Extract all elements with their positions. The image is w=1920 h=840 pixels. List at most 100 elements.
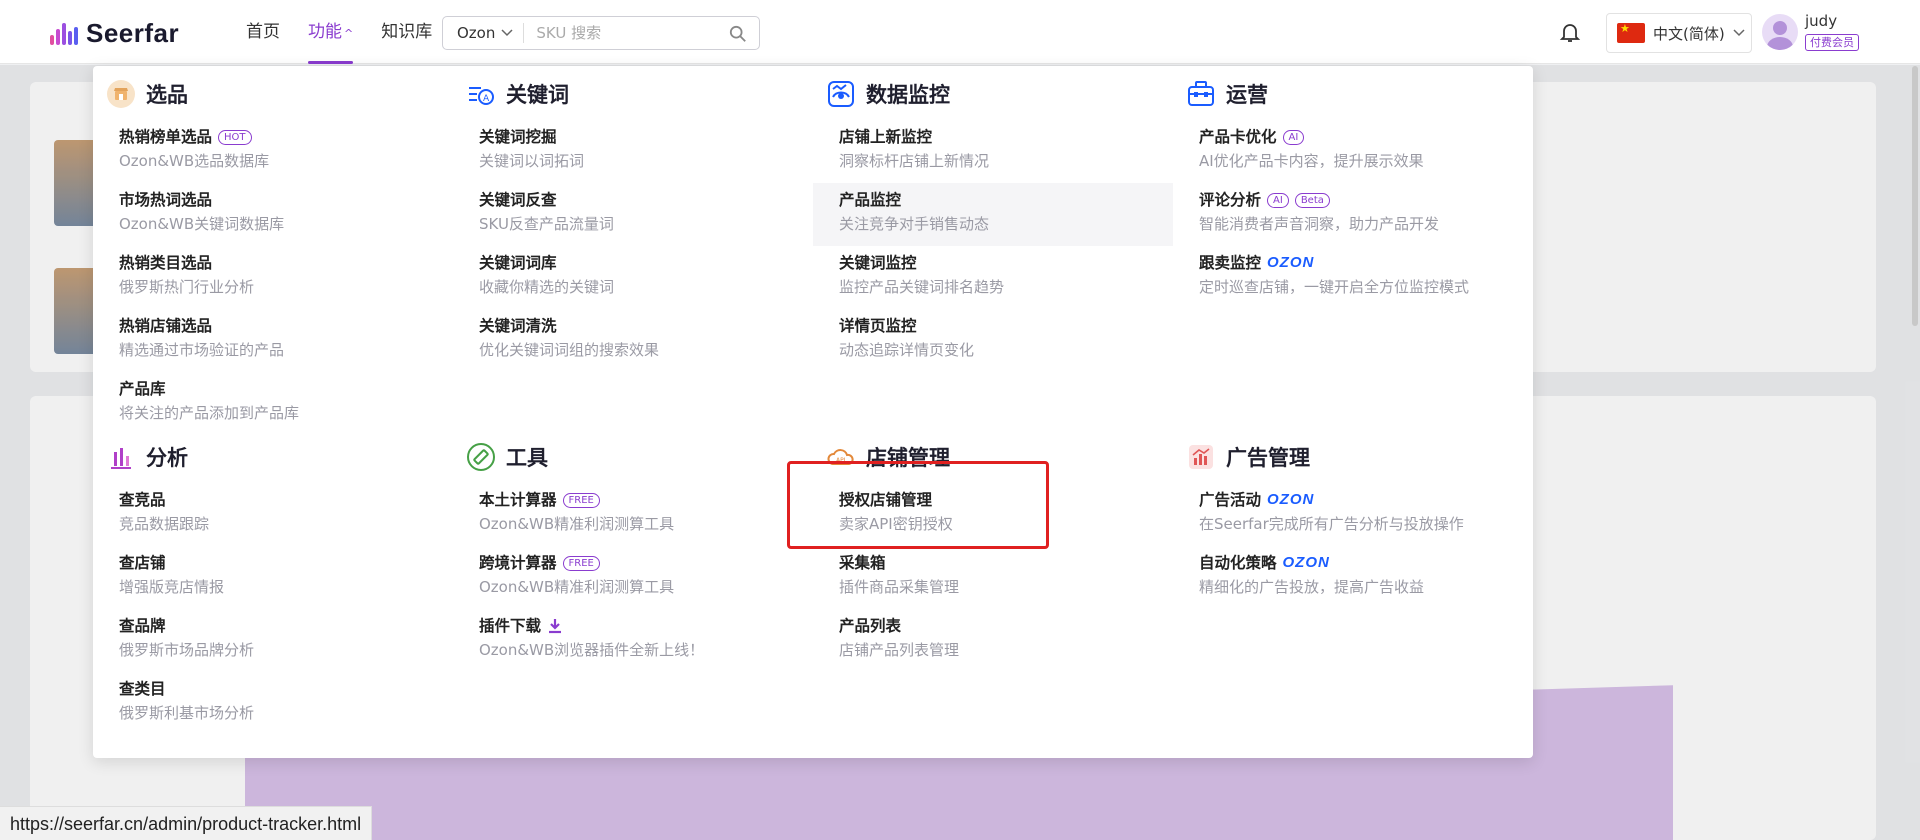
- menu-item-ad-campaign[interactable]: 广告活动 OZON 在Seerfar完成所有广告分析与投放操作: [1186, 483, 1526, 546]
- menu-item-follow-sell-monitor[interactable]: 跟卖监控 OZON 定时巡查店铺，一键开启全方位监控模式: [1186, 246, 1526, 309]
- menu-item-product-library[interactable]: 产品库 将关注的产品添加到产品库: [106, 372, 456, 435]
- svg-text:API: API: [836, 457, 846, 464]
- item-title: 详情页监控: [839, 317, 917, 335]
- svg-text:A: A: [483, 94, 490, 104]
- language-select[interactable]: 中文(简体): [1606, 13, 1752, 53]
- menu-item-authorized-store[interactable]: 授权店铺管理 卖家API密钥授权: [826, 483, 1176, 546]
- language-label: 中文(简体): [1653, 24, 1725, 43]
- menu-item-hot-category[interactable]: 热销类目选品 俄罗斯热门行业分析: [106, 246, 456, 309]
- nav-features[interactable]: 功能 ^: [294, 0, 367, 64]
- section-title: 关键词: [506, 83, 569, 107]
- section-keywords: A 关键词 关键词挖掘 关键词以词拓词 关键词反查 SKU反查产品流量词 关键词…: [466, 78, 816, 372]
- nav-knowledge[interactable]: 知识库: [367, 0, 446, 64]
- seerfar-logo[interactable]: Seerfar: [50, 18, 179, 49]
- item-desc: 店铺产品列表管理: [839, 641, 960, 659]
- sku-search-input[interactable]: [524, 24, 715, 42]
- section-title: 工具: [506, 446, 548, 470]
- menu-item-keyword-library[interactable]: 关键词词库 收藏你精选的关键词: [466, 246, 816, 309]
- menu-item-auto-strategy[interactable]: 自动化策略 OZON 精细化的广告投放，提高广告收益: [1186, 546, 1526, 609]
- menu-item-product-monitor[interactable]: 产品监控 关注竞争对手销售动态: [813, 183, 1173, 246]
- section-title: 广告管理: [1226, 446, 1310, 470]
- menu-item-review-analysis[interactable]: 评论分析 AI Beta 智能消费者声音洞察，助力产品开发: [1186, 183, 1526, 246]
- item-title: 查类目: [119, 680, 166, 698]
- page-scrollbar[interactable]: [1912, 66, 1918, 326]
- section-analysis: 分析 查竞品 竞品数据跟踪 查店铺 增强版竞店情报 查品牌 俄罗斯市场品牌分析 …: [106, 441, 456, 735]
- main-nav: 首页 功能 ^ 知识库: [232, 0, 446, 64]
- notification-bell-icon[interactable]: [1558, 20, 1582, 44]
- ruler-tool-icon: [467, 443, 495, 471]
- section-title: 分析: [146, 446, 188, 470]
- china-flag-icon: [1617, 22, 1645, 43]
- item-desc: 在Seerfar完成所有广告分析与投放操作: [1199, 515, 1464, 533]
- item-title: 查品牌: [119, 617, 166, 635]
- item-desc: 洞察标杆店铺上新情况: [839, 152, 990, 170]
- menu-item-keyword-cleaning[interactable]: 关键词清洗 优化关键词词组的搜索效果: [466, 309, 816, 372]
- item-desc: 增强版竞店情报: [119, 578, 225, 596]
- menu-item-product-list[interactable]: 产品列表 店铺产品列表管理: [826, 609, 1176, 672]
- nav-home[interactable]: 首页: [232, 0, 294, 64]
- section-title: 数据监控: [866, 83, 950, 107]
- menu-item-keyword-monitor[interactable]: 关键词监控 监控产品关键词排名趋势: [813, 246, 1163, 309]
- item-desc: 俄罗斯热门行业分析: [119, 278, 255, 296]
- item-title: 产品库: [119, 380, 166, 398]
- menu-item-check-store[interactable]: 查店铺 增强版竞店情报: [106, 546, 456, 609]
- item-desc: Ozon&WB浏览器插件全新上线！: [479, 641, 705, 659]
- section-head: 选品: [106, 78, 456, 110]
- download-icon: [549, 619, 562, 634]
- menu-item-product-card-optimize[interactable]: 产品卡优化 AI AI优化产品卡内容，提升展示效果: [1186, 120, 1526, 183]
- item-desc: Ozon&WB关键词数据库: [119, 215, 285, 233]
- cloud-store-icon: API: [827, 449, 854, 465]
- features-mega-menu: 选品 热销榜单选品 HOT Ozon&WB选品数据库 市场热词选品 Ozon&WB…: [93, 66, 1533, 758]
- item-title: 产品卡优化: [1199, 128, 1277, 146]
- item-desc: 关注竞争对手销售动态: [839, 215, 990, 233]
- username[interactable]: judy: [1805, 12, 1837, 30]
- menu-item-plugin-download[interactable]: 插件下载 Ozon&WB浏览器插件全新上线！: [466, 609, 816, 672]
- menu-item-local-calculator[interactable]: 本土计算器 FREE Ozon&WB精准利润测算工具: [466, 483, 816, 546]
- hot-tag: HOT: [218, 129, 252, 145]
- item-desc: 卖家API密钥授权: [839, 515, 953, 533]
- menu-item-keyword-reverse[interactable]: 关键词反查 SKU反查产品流量词: [466, 183, 816, 246]
- search-icon[interactable]: [729, 25, 747, 43]
- item-desc: Ozon&WB精准利润测算工具: [479, 515, 675, 533]
- section-head: 分析: [106, 441, 456, 473]
- free-tag: FREE: [562, 555, 600, 571]
- menu-item-collection-box[interactable]: 采集箱 插件商品采集管理: [826, 546, 1176, 609]
- ad-chart-icon: [1189, 445, 1213, 469]
- platform-select-value: Ozon: [457, 24, 496, 42]
- menu-item-hot-store[interactable]: 热销店铺选品 精选通过市场验证的产品: [106, 309, 456, 372]
- chevron-down-icon: [1733, 29, 1745, 37]
- menu-item-detail-monitor[interactable]: 详情页监控 动态追踪详情页变化: [813, 309, 1163, 372]
- section-ad-management: 广告管理 广告活动 OZON 在Seerfar完成所有广告分析与投放操作 自动化策…: [1186, 441, 1526, 609]
- nav-features-label: 功能: [308, 22, 342, 42]
- platform-select[interactable]: Ozon: [443, 23, 525, 43]
- item-desc: Ozon&WB精准利润测算工具: [479, 578, 675, 596]
- item-desc: 监控产品关键词排名趋势: [839, 278, 1005, 296]
- section-head: API 店铺管理: [826, 441, 1176, 473]
- menu-item-keyword-mining[interactable]: 关键词挖掘 关键词以词拓词: [466, 120, 816, 183]
- chevron-up-icon: ^: [344, 27, 354, 40]
- item-desc: 收藏你精选的关键词: [479, 278, 615, 296]
- item-title: 市场热词选品: [119, 191, 213, 209]
- ai-tag: AI: [1267, 192, 1289, 208]
- item-title: 关键词清洗: [479, 317, 557, 335]
- user-avatar[interactable]: [1762, 14, 1798, 50]
- item-desc: AI优化产品卡内容，提升展示效果: [1199, 152, 1424, 170]
- logo-bars-icon: [50, 22, 78, 45]
- beta-tag: Beta: [1294, 192, 1330, 208]
- logo-text: Seerfar: [86, 18, 180, 48]
- item-desc: 竞品数据跟踪: [119, 515, 210, 533]
- menu-item-crossborder-calculator[interactable]: 跨境计算器 FREE Ozon&WB精准利润测算工具: [466, 546, 816, 609]
- item-title: 跟卖监控: [1199, 254, 1262, 272]
- menu-item-check-brand[interactable]: 查品牌 俄罗斯市场品牌分析: [106, 609, 456, 672]
- menu-item-market-keywords[interactable]: 市场热词选品 Ozon&WB关键词数据库: [106, 183, 456, 246]
- item-title: 本土计算器: [479, 491, 557, 509]
- nav-knowledge-label: 知识库: [381, 22, 433, 42]
- menu-item-hot-list[interactable]: 热销榜单选品 HOT Ozon&WB选品数据库: [106, 120, 456, 183]
- menu-item-check-category[interactable]: 查类目 俄罗斯利基市场分析: [106, 672, 456, 735]
- menu-item-check-competitor[interactable]: 查竞品 竞品数据跟踪: [106, 483, 456, 546]
- ozon-logo: OZON: [1267, 254, 1315, 271]
- menu-item-store-new-monitor[interactable]: 店铺上新监控 洞察标杆店铺上新情况: [813, 120, 1163, 183]
- section-head: 工具: [466, 441, 816, 473]
- item-desc: 优化关键词词组的搜索效果: [479, 341, 660, 359]
- item-title: 热销类目选品: [119, 254, 213, 272]
